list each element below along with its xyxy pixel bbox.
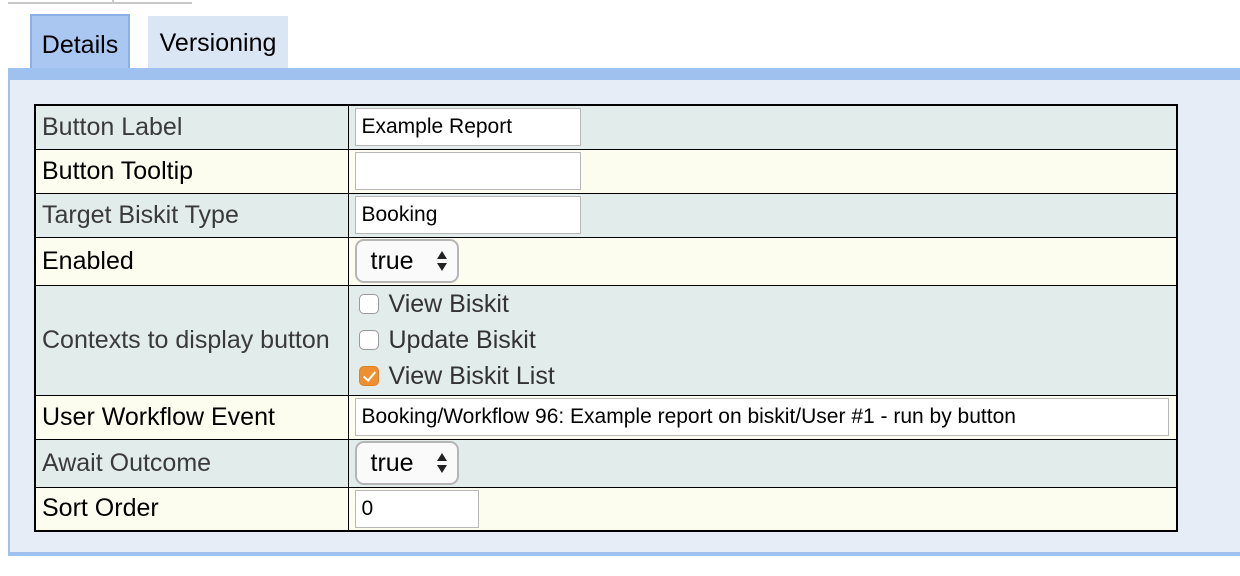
context-option-update-biskit[interactable]: Update Biskit	[355, 322, 1171, 358]
form-row-sort-order: Sort Order 0	[34, 486, 1178, 532]
contexts-label: Contexts to display button	[34, 284, 349, 396]
button-label-label: Button Label	[34, 104, 349, 150]
tab-details[interactable]: Details	[30, 14, 130, 70]
sort-order-label: Sort Order	[34, 486, 349, 532]
select-arrows-icon	[436, 251, 447, 271]
form-row-await-outcome: Await Outcome true	[34, 438, 1178, 488]
await-outcome-cell: true	[347, 438, 1178, 488]
button-tooltip-label: Button Tooltip	[34, 148, 349, 194]
update-biskit-checkbox[interactable]	[358, 330, 379, 350]
await-outcome-label: Await Outcome	[34, 438, 349, 488]
user-workflow-event-input[interactable]: Booking/Workflow 96: Example report on b…	[354, 398, 1169, 436]
button-tooltip-cell	[347, 148, 1178, 194]
tab-versioning[interactable]: Versioning	[148, 16, 288, 70]
form-row-user-workflow-event: User Workflow Event Booking/Workflow 96:…	[34, 394, 1178, 440]
form-row-contexts: Contexts to display button View Biskit U…	[34, 284, 1178, 396]
target-biskit-type-label: Target Biskit Type	[34, 192, 349, 238]
button-label-cell: Example Report	[347, 104, 1178, 150]
button-label-input[interactable]: Example Report	[354, 108, 581, 147]
view-biskit-checkbox[interactable]	[358, 294, 379, 314]
enabled-cell: true	[347, 236, 1178, 286]
context-option-view-biskit[interactable]: View Biskit	[355, 286, 1171, 322]
await-outcome-select-value: true	[370, 449, 414, 477]
form-row-enabled: Enabled true	[34, 236, 1178, 286]
select-arrows-icon	[436, 453, 447, 473]
target-biskit-type-input[interactable]: Booking	[354, 196, 581, 234]
target-biskit-type-cell: Booking	[347, 192, 1178, 238]
await-outcome-select[interactable]: true	[354, 441, 459, 485]
view-biskit-list-label: View Biskit List	[388, 361, 555, 390]
form-row-button-tooltip: Button Tooltip	[34, 148, 1178, 194]
details-form-table: Button Label Example Report Button Toolt…	[34, 104, 1178, 532]
form-row-target-biskit-type: Target Biskit Type Booking	[34, 192, 1178, 238]
update-biskit-label: Update Biskit	[388, 325, 536, 354]
sort-order-input[interactable]: 0	[354, 489, 479, 528]
user-workflow-event-cell: Booking/Workflow 96: Example report on b…	[347, 394, 1178, 440]
enabled-select[interactable]: true	[354, 239, 459, 283]
view-biskit-list-checkbox[interactable]	[358, 366, 379, 386]
contexts-cell: View Biskit Update Biskit View Biskit Li…	[347, 284, 1178, 396]
enabled-label: Enabled	[34, 236, 349, 286]
form-row-button-label: Button Label Example Report	[34, 104, 1178, 150]
top-divider	[8, 0, 192, 4]
button-tooltip-input[interactable]	[354, 152, 581, 190]
user-workflow-event-label: User Workflow Event	[34, 394, 349, 440]
enabled-select-value: true	[370, 247, 414, 275]
sort-order-cell: 0	[347, 486, 1178, 532]
context-option-view-biskit-list[interactable]: View Biskit List	[355, 358, 1171, 394]
view-biskit-label: View Biskit	[388, 289, 509, 318]
